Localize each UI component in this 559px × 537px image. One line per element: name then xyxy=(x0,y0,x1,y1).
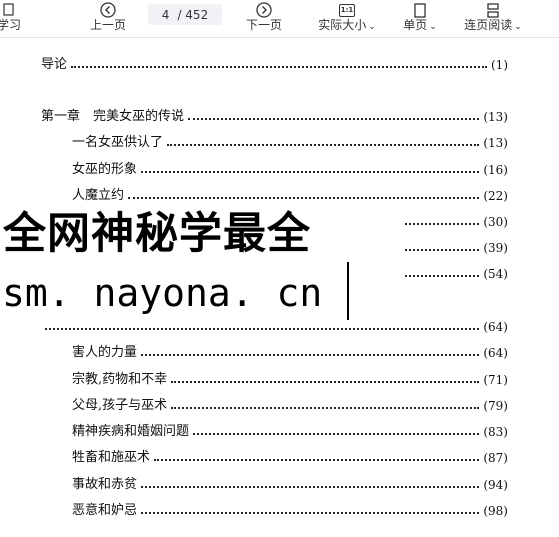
toc-entry[interactable]: 牲畜和施巫术 (87) xyxy=(72,445,508,465)
toc-entry[interactable]: 一名女巫供认了 (13) xyxy=(72,130,508,150)
study-button[interactable]: 学习 xyxy=(0,0,24,37)
toc-entry[interactable]: 女巫的形象 (16) xyxy=(72,157,508,177)
next-page-label: 下一页 xyxy=(245,18,282,32)
current-page: 4 xyxy=(161,7,170,22)
reader-toolbar: 学习 上一页 4 / 452 下一页 1:1 实际大小 ⌄ 单页 ⌄ 连页阅读 ⌄ xyxy=(0,0,559,38)
page-number-input[interactable]: 4 / 452 xyxy=(148,4,222,25)
single-page-button[interactable]: 单页 ⌄ xyxy=(400,0,440,37)
toc-entry[interactable]: 精神疾病和婚姻问题 (83) xyxy=(72,419,508,439)
watermark-title: 全网神秘学最全 xyxy=(3,209,311,259)
watermark-url: sm. nayona. cn xyxy=(2,271,323,315)
text-cursor xyxy=(347,262,349,320)
watermark-overlay: 全网神秘学最全 sm. nayona. cn xyxy=(0,205,405,323)
chevron-down-icon: ⌄ xyxy=(514,22,522,32)
prev-page-button[interactable]: 上一页 xyxy=(86,0,130,37)
single-page-icon xyxy=(414,2,426,18)
single-page-label: 单页 xyxy=(403,18,428,32)
back-circle-icon xyxy=(100,2,116,18)
actual-size-button[interactable]: 1:1 实际大小 ⌄ xyxy=(314,0,380,37)
study-label: 学习 xyxy=(0,18,21,32)
toc-chapter[interactable]: 第一章 完美女巫的传说 (13) xyxy=(41,104,508,124)
next-page-button[interactable]: 下一页 xyxy=(240,0,288,37)
continuous-reading-icon xyxy=(485,2,501,18)
study-icon xyxy=(3,2,15,18)
continuous-reading-button[interactable]: 连页阅读 ⌄ xyxy=(460,0,526,37)
toc-entry[interactable]: 人魔立约 (22) xyxy=(72,183,508,203)
toc-entry[interactable]: 父母,孩子与巫术 (79) xyxy=(72,393,508,413)
toc-entry[interactable]: 导论 (1) xyxy=(41,52,508,72)
toc-entry[interactable]: 事故和赤贫 (94) xyxy=(72,472,508,492)
actual-size-label: 实际大小 xyxy=(318,18,367,32)
toc-entry[interactable]: 恶意和妒忌 (98) xyxy=(72,498,508,518)
toc-entry[interactable]: 害人的力量 (64) xyxy=(72,340,508,360)
toc-entry[interactable]: 宗教,药物和不幸 (71) xyxy=(72,367,508,387)
forward-circle-icon xyxy=(256,2,272,18)
chevron-down-icon: ⌄ xyxy=(429,22,437,32)
actual-size-icon: 1:1 xyxy=(339,2,355,18)
continuous-reading-label: 连页阅读 xyxy=(464,18,513,32)
chevron-down-icon: ⌄ xyxy=(368,22,376,32)
total-pages: / 452 xyxy=(177,7,209,22)
prev-page-label: 上一页 xyxy=(89,18,126,32)
